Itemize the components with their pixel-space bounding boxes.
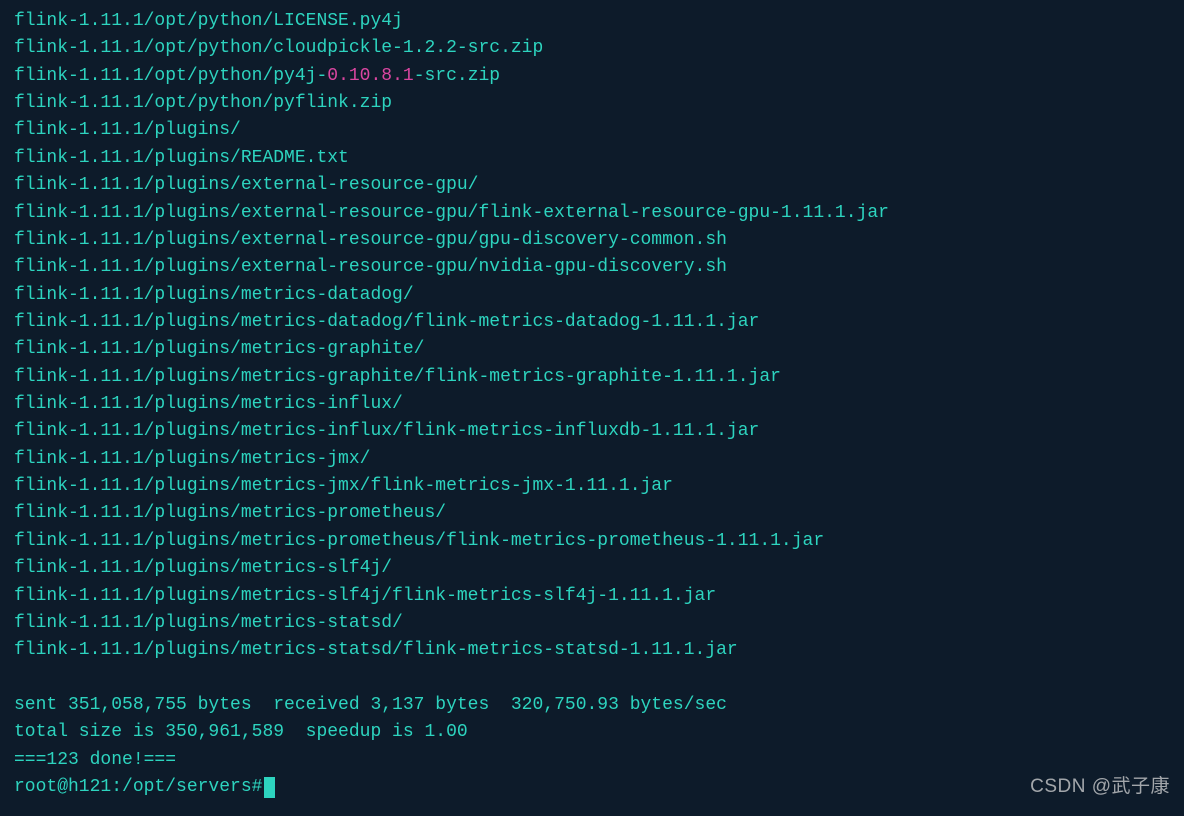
prompt-text: root@h121:/opt/servers# [14, 774, 262, 801]
terminal-line: flink-1.11.1/plugins/metrics-influx/flin… [14, 418, 1170, 445]
terminal-line: flink-1.11.1/plugins/metrics-prometheus/… [14, 528, 1170, 555]
line-prefix: flink-1.11.1/opt/python/py4j- [14, 66, 327, 86]
terminal-line: flink-1.11.1/plugins/metrics-jmx/flink-m… [14, 473, 1170, 500]
terminal-line: flink-1.11.1/plugins/external-resource-g… [14, 200, 1170, 227]
terminal-line: flink-1.11.1/plugins/metrics-statsd/ [14, 610, 1170, 637]
terminal-line [14, 665, 1170, 692]
terminal-line: flink-1.11.1/plugins/ [14, 117, 1170, 144]
terminal-prompt-line[interactable]: root@h121:/opt/servers# [14, 774, 1170, 801]
terminal-line: flink-1.11.1/opt/python/py4j-0.10.8.1-sr… [14, 63, 1170, 90]
terminal-line: flink-1.11.1/plugins/metrics-influx/ [14, 391, 1170, 418]
terminal-line: flink-1.11.1/plugins/metrics-prometheus/ [14, 500, 1170, 527]
terminal-line: flink-1.11.1/plugins/metrics-datadog/ [14, 282, 1170, 309]
terminal-line: flink-1.11.1/plugins/metrics-slf4j/ [14, 555, 1170, 582]
terminal-line: flink-1.11.1/plugins/README.txt [14, 145, 1170, 172]
terminal-output: flink-1.11.1/opt/python/LICENSE.py4jflin… [14, 8, 1170, 774]
terminal-line: flink-1.11.1/plugins/metrics-graphite/fl… [14, 364, 1170, 391]
terminal-line: flink-1.11.1/plugins/metrics-datadog/fli… [14, 309, 1170, 336]
terminal-line: flink-1.11.1/plugins/metrics-jmx/ [14, 446, 1170, 473]
terminal-line: flink-1.11.1/plugins/external-resource-g… [14, 227, 1170, 254]
terminal-line: total size is 350,961,589 speedup is 1.0… [14, 719, 1170, 746]
terminal-line: flink-1.11.1/plugins/metrics-graphite/ [14, 336, 1170, 363]
line-suffix: -src.zip [414, 66, 500, 86]
watermark-text: CSDN @武子康 [1030, 773, 1170, 802]
terminal-line: flink-1.11.1/opt/python/pyflink.zip [14, 90, 1170, 117]
terminal-line: flink-1.11.1/opt/python/cloudpickle-1.2.… [14, 35, 1170, 62]
terminal-line: flink-1.11.1/plugins/external-resource-g… [14, 254, 1170, 281]
terminal-line: flink-1.11.1/plugins/metrics-slf4j/flink… [14, 583, 1170, 610]
terminal-line: sent 351,058,755 bytes received 3,137 by… [14, 692, 1170, 719]
terminal-line: flink-1.11.1/plugins/metrics-statsd/flin… [14, 637, 1170, 664]
line-highlight: 0.10.8.1 [327, 66, 413, 86]
terminal-line: flink-1.11.1/opt/python/LICENSE.py4j [14, 8, 1170, 35]
terminal-line: flink-1.11.1/plugins/external-resource-g… [14, 172, 1170, 199]
cursor-icon [264, 777, 275, 798]
terminal-line: ===123 done!=== [14, 747, 1170, 774]
